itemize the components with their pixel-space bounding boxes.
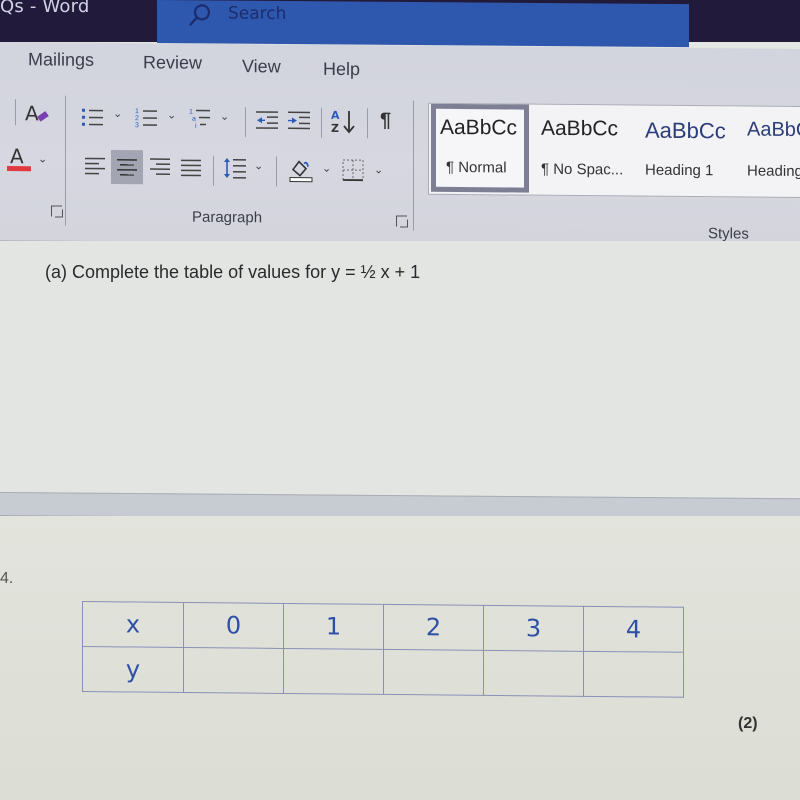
sort-icon[interactable]: A Z [329,107,357,135]
table-of-values: x 0 1 2 3 4 y [82,601,684,698]
numbering-icon[interactable]: 1 2 3 [134,106,160,128]
svg-text:A: A [331,109,340,122]
table-cell-empty[interactable] [283,648,384,695]
search-box[interactable]: Search [157,0,689,48]
style-name: ¶ Normal [446,158,507,177]
svg-text:a: a [192,116,196,123]
decrease-indent-icon[interactable] [255,110,279,130]
style-sample: AaBbCc [440,115,518,140]
table-row-x: x 0 1 2 3 4 [82,601,684,653]
tab-mailings[interactable]: Mailings [28,49,94,71]
tab-review[interactable]: Review [143,52,202,74]
separator [15,99,16,126]
table-cell-header[interactable]: y [82,646,184,693]
table-row-y: y [82,646,684,698]
line-spacing-icon[interactable] [222,156,248,180]
align-center-icon [117,159,137,176]
style-heading-1[interactable]: AaBbCc Heading 1 [637,106,737,195]
align-left-icon[interactable] [84,156,106,176]
table-cell-empty[interactable] [183,647,284,694]
style-sample: AaBbCc [541,116,619,141]
style-name: ¶ No Spac... [541,160,624,179]
marks-label: (2) [738,715,758,732]
style-normal[interactable]: AaBbCc ¶ Normal [431,103,529,193]
style-name: Heading 1 [645,161,714,180]
align-right-icon[interactable] [149,156,171,176]
svg-text:Z: Z [331,122,339,135]
chevron-down-icon[interactable]: ⌄ [38,152,47,165]
paragraph-group-label: Paragraph [192,208,263,227]
chevron-down-icon[interactable]: ⌄ [374,163,383,176]
font-dialog-launcher-icon[interactable] [51,205,62,217]
svg-text:A: A [10,144,24,168]
table-cell-empty[interactable] [583,651,684,698]
chevron-down-icon[interactable]: ⌄ [322,162,331,175]
paragraph-dialog-launcher-icon[interactable] [396,215,407,227]
title-bar: Qs - Word Search [0,0,800,48]
group-separator [65,95,66,226]
separator [276,156,277,187]
table-cell[interactable]: 4 [583,606,684,653]
table-cell-header[interactable]: x [82,601,184,648]
bullets-icon[interactable] [80,106,106,128]
align-center-button[interactable] [111,149,143,185]
chevron-down-icon[interactable]: ⌄ [113,107,122,120]
ribbon: Mailings Review View Help A A ⌄ ⌄ 1 2 3 … [0,42,800,249]
styles-gallery: AaBbCc ¶ Normal AaBbCc ¶ No Spac... AaBb… [428,102,800,198]
separator [321,107,322,138]
increase-indent-icon[interactable] [287,111,311,131]
table-cell[interactable]: 0 [183,602,284,649]
chevron-down-icon[interactable]: ⌄ [167,108,176,121]
table-cell[interactable]: 3 [483,605,584,652]
style-no-spacing[interactable]: AaBbCc ¶ No Spac... [533,105,633,194]
svg-text:A: A [25,101,39,125]
chevron-down-icon[interactable]: ⌄ [220,110,229,123]
shading-icon[interactable] [288,158,314,184]
style-sample: AaBbCc [645,117,726,144]
separator [245,107,246,138]
table-cell[interactable]: 1 [283,603,384,650]
style-name: Heading 2 [747,162,800,181]
separator [367,108,368,139]
svg-text:3: 3 [135,122,139,128]
search-icon [189,4,211,27]
search-input[interactable]: Search [228,4,286,24]
clear-formatting-icon[interactable]: A [24,100,52,126]
table-cell[interactable]: 2 [383,604,484,651]
borders-icon[interactable] [341,158,365,182]
group-separator [413,100,414,231]
style-sample: AaBbC [747,118,800,142]
window-title: Qs - Word [0,0,90,17]
show-formatting-marks-icon[interactable]: ¶ [380,109,391,132]
table-cell-empty[interactable] [483,650,584,697]
font-color-icon[interactable]: A [6,143,32,173]
svg-text:1: 1 [135,108,139,115]
style-heading-2[interactable]: AaBbC Heading 2 [739,106,800,195]
table-cell-empty[interactable] [383,649,484,696]
svg-text:1: 1 [189,109,193,116]
styles-group-label: Styles [708,225,749,243]
question-number: 4. [0,570,14,587]
tab-help[interactable]: Help [323,59,360,80]
chevron-down-icon[interactable]: ⌄ [254,159,263,172]
separator [213,155,214,186]
question-part-a: (a) Complete the table of values for y =… [45,262,421,282]
svg-text:i: i [195,123,197,130]
multilevel-list-icon[interactable]: 1 a i [188,107,214,131]
tab-view[interactable]: View [242,56,281,77]
justify-icon[interactable] [180,158,202,178]
svg-text:2: 2 [135,115,139,122]
